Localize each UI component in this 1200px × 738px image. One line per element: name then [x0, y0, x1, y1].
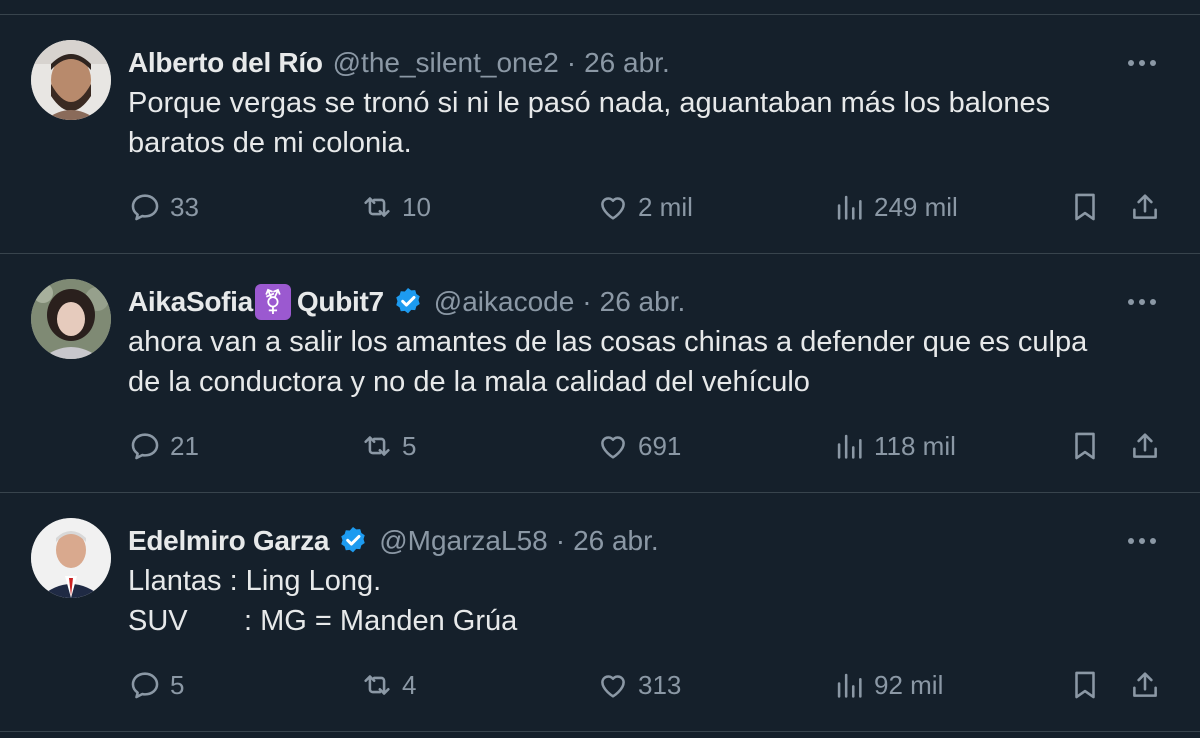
heart-icon: [601, 675, 625, 698]
tweet-date[interactable]: 26 abr.: [584, 47, 670, 79]
retweet-icon: [364, 436, 390, 456]
views-count: 118 mil: [874, 430, 956, 461]
reply-count: 5: [170, 669, 185, 700]
tweet-actions: 5 4 313 92 mil: [128, 665, 1168, 705]
retweet-count: 10: [402, 191, 431, 222]
reply-button[interactable]: 33: [128, 187, 199, 227]
tweet-header: AikaSofia ⚧ Qubit7 @aikacode · 26 abr.: [128, 282, 685, 322]
bookmark-icon: [1075, 193, 1095, 221]
tweet-item[interactable]: AikaSofia ⚧ Qubit7 @aikacode · 26 abr. a…: [0, 254, 1200, 493]
tweet-text: Llantas : Ling Long. SUV : MG = Manden G…: [128, 565, 518, 637]
retweet-icon: [364, 675, 390, 695]
author-name-suffix[interactable]: Qubit7: [297, 286, 384, 318]
tweet-text: ahora van a salir los amantes de las cos…: [128, 326, 1088, 398]
author-name[interactable]: Edelmiro Garza: [128, 525, 330, 557]
bookmark-button[interactable]: [1068, 665, 1102, 705]
bookmark-icon: [1075, 432, 1095, 460]
views-icon: [837, 195, 862, 220]
tweet-item[interactable]: Alberto del Río @the_silent_one2 · 26 ab…: [0, 15, 1200, 254]
retweet-button[interactable]: 4: [360, 665, 416, 705]
reply-button[interactable]: 21: [128, 426, 199, 466]
author-name[interactable]: Alberto del Río: [128, 47, 323, 79]
author-name[interactable]: AikaSofia: [128, 286, 253, 318]
more-icon[interactable]: [1124, 45, 1160, 81]
retweet-count: 5: [402, 430, 417, 461]
tweet-date[interactable]: 26 abr.: [573, 525, 659, 557]
tweet-date[interactable]: 26 abr.: [600, 286, 686, 318]
tweet-actions: 21 5 691 118 mil: [128, 426, 1168, 466]
reply-icon: [131, 433, 159, 460]
views-button[interactable]: 118 mil: [832, 426, 956, 466]
views-button[interactable]: 92 mil: [832, 665, 943, 705]
author-handle[interactable]: @the_silent_one2: [333, 47, 559, 79]
reply-icon: [131, 194, 159, 221]
tweet-actions: 33 10 2 mil 249 mil: [128, 187, 1168, 227]
like-count: 691: [638, 430, 682, 461]
verified-badge-icon: [337, 525, 369, 557]
like-count: 2 mil: [638, 191, 693, 222]
views-icon: [837, 673, 862, 698]
views-count: 249 mil: [874, 191, 958, 222]
like-button[interactable]: 2 mil: [596, 187, 693, 227]
avatar[interactable]: [31, 518, 111, 598]
reply-button[interactable]: 5: [128, 665, 184, 705]
separator-dot: ·: [582, 286, 592, 317]
reply-count: 21: [170, 430, 199, 461]
more-icon[interactable]: [1124, 523, 1160, 559]
like-button[interactable]: 313: [596, 665, 681, 705]
transgender-symbol-icon: ⚧: [254, 284, 291, 320]
tweet-item[interactable]: Edelmiro Garza @MgarzaL58 · 26 abr. Llan…: [0, 493, 1200, 732]
bookmark-icon: [1075, 671, 1095, 699]
share-button[interactable]: [1128, 665, 1162, 705]
tweet-header: Alberto del Río @the_silent_one2 · 26 ab…: [128, 43, 670, 83]
retweet-button[interactable]: 5: [360, 426, 416, 466]
author-handle[interactable]: @MgarzaL58: [379, 525, 548, 557]
share-button[interactable]: [1128, 187, 1162, 227]
tweet-header: Edelmiro Garza @MgarzaL58 · 26 abr.: [128, 521, 659, 561]
more-icon[interactable]: [1124, 284, 1160, 320]
reply-timeline: Alberto del Río @the_silent_one2 · 26 ab…: [0, 0, 1200, 738]
avatar[interactable]: [31, 279, 111, 359]
bookmark-button[interactable]: [1068, 187, 1102, 227]
heart-icon: [601, 197, 625, 220]
like-button[interactable]: 691: [596, 426, 681, 466]
bookmark-button[interactable]: [1068, 426, 1102, 466]
tweet-text: Porque vergas se tronó si ni le pasó nad…: [128, 87, 1051, 159]
share-icon: [1133, 194, 1157, 219]
share-icon: [1133, 672, 1157, 697]
heart-icon: [601, 436, 625, 459]
views-button[interactable]: 249 mil: [832, 187, 958, 227]
top-divider: [0, 0, 1200, 15]
separator-dot: ·: [555, 525, 566, 556]
retweet-count: 4: [402, 669, 417, 700]
avatar[interactable]: [31, 40, 111, 120]
retweet-button[interactable]: 10: [360, 187, 431, 227]
share-button[interactable]: [1128, 426, 1162, 466]
retweet-icon: [364, 197, 390, 217]
separator-dot: ·: [566, 47, 577, 78]
views-count: 92 mil: [874, 669, 944, 700]
reply-count: 33: [170, 191, 199, 222]
author-handle[interactable]: @aikacode: [434, 286, 575, 318]
share-icon: [1133, 433, 1157, 458]
views-icon: [837, 434, 862, 459]
like-count: 313: [638, 669, 682, 700]
verified-badge-icon: [392, 286, 424, 318]
reply-icon: [131, 672, 159, 699]
